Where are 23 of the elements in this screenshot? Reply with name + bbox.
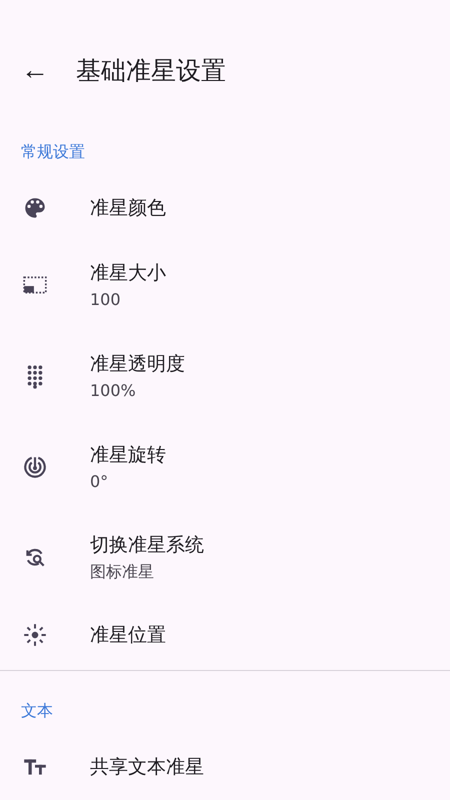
settings-item[interactable]: 准星颜色 bbox=[0, 176, 450, 239]
page-title: 基础准星设置 bbox=[76, 54, 226, 86]
item-title: 切换准星系统 bbox=[90, 533, 204, 558]
item-summary: 100% bbox=[90, 381, 137, 400]
settings-item[interactable]: 切换准星系统 图标准星 bbox=[0, 512, 450, 603]
item-summary: 100 bbox=[90, 290, 122, 309]
item-summary: 图标准星 bbox=[90, 562, 155, 583]
section-header: 文本 bbox=[21, 700, 53, 722]
settings-item[interactable]: 准星旋转 0° bbox=[0, 421, 450, 512]
settings-item[interactable]: 准星大小 100 bbox=[0, 239, 450, 330]
item-summary: 0° bbox=[90, 472, 110, 491]
item-title: 准星旋转 bbox=[90, 443, 166, 468]
section-header: 常规设置 bbox=[21, 142, 85, 162]
settings-item[interactable]: 准星位置 bbox=[0, 603, 450, 666]
settings-item[interactable]: 准星透明度 100% bbox=[0, 330, 450, 421]
item-title: 准星位置 bbox=[90, 622, 166, 648]
item-title: 共享文本准星 bbox=[90, 754, 204, 780]
back-button[interactable]: ← bbox=[11, 46, 59, 94]
settings-item[interactable]: 共享文本准星 bbox=[0, 735, 450, 798]
item-title: 准星颜色 bbox=[90, 196, 166, 220]
item-title: 准星大小 bbox=[90, 261, 166, 286]
item-title: 准星透明度 bbox=[90, 352, 185, 377]
crosshair-icon bbox=[22, 622, 48, 648]
